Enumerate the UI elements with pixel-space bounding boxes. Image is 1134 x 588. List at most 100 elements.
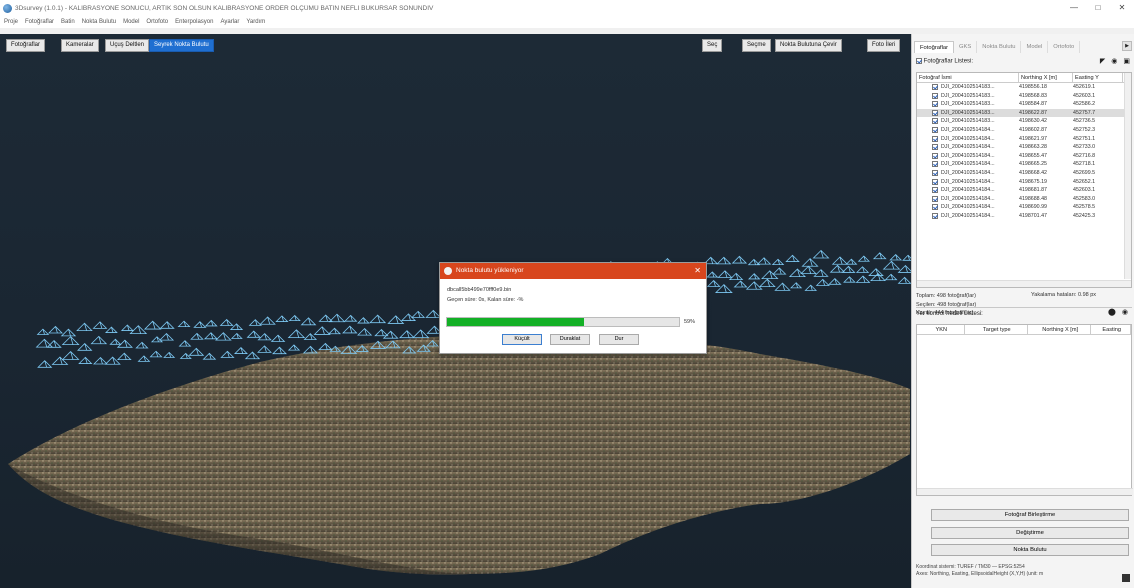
camera-pyramid[interactable] [287,344,301,351]
camera-pyramid[interactable] [93,356,108,365]
camera-pyramid[interactable] [733,280,748,288]
photo-row-checkbox[interactable] [932,161,938,168]
table-row[interactable]: DJI_2004102514184... 4198663.28 452733.0 [917,143,1131,152]
photo-table[interactable]: Fotoğraf İsmi Northing X [m] Easting Y D… [916,72,1132,288]
camera-pyramid[interactable] [47,325,63,334]
camera-pyramid[interactable] [77,342,93,351]
camera-pyramid[interactable] [188,347,205,356]
photo-row-checkbox[interactable] [932,101,938,108]
camera-pyramid[interactable] [790,282,803,289]
camera-pyramid[interactable] [717,270,733,278]
camera-pyramid[interactable] [178,340,192,347]
photo-table-horizontal-scrollbar[interactable] [917,280,1131,287]
stop-button[interactable]: Dur [599,334,639,345]
camera-pyramid[interactable] [382,330,399,339]
camera-pyramid[interactable] [90,335,108,345]
table-row[interactable]: DJI_2004102514183... 4198556.18 452619.1 [917,83,1131,92]
camera-pyramid[interactable] [257,345,272,353]
camera-pyramid[interactable] [902,254,911,261]
camera-pyramid[interactable] [804,284,818,291]
photo-row-checkbox[interactable] [932,118,938,125]
photo-row-checkbox[interactable] [932,109,938,116]
table-row[interactable]: DJI_2004102514184... 4198621.97 452751.1 [917,135,1131,144]
menu-interpolation[interactable]: Enterpolasyon [175,19,213,25]
camera-pyramid[interactable] [870,272,887,281]
camera-pyramid[interactable] [215,332,232,341]
table-row[interactable]: DJI_2004102514184... 4198665.25 452718.1 [917,160,1131,169]
point-cloud-button[interactable]: Nokta Bulutu [931,544,1129,556]
photo-row-checkbox[interactable] [932,152,938,159]
camera-pyramid[interactable] [193,321,207,328]
camera-pyramid[interactable] [158,332,175,341]
camera-pyramid[interactable] [387,315,405,324]
camera-pyramid[interactable] [246,330,261,338]
camera-pyramid[interactable] [135,341,149,349]
camera-pyramid[interactable] [259,316,276,325]
toggle-flight-path-button[interactable]: Uçuş Deltlen [105,39,150,52]
camera-pyramid[interactable] [137,355,151,362]
eye-icon[interactable]: ◉ [1122,308,1128,316]
camera-pyramid[interactable] [785,254,800,262]
photo-row-checkbox[interactable] [932,92,938,99]
change-dropdown[interactable]: Değiştirme [931,527,1129,539]
camera-pyramid[interactable] [92,321,108,329]
gcp-table[interactable]: YKN Target type Northing X [m] Easting [916,324,1133,496]
camera-pyramid[interactable] [412,329,430,339]
camera-pyramid[interactable] [275,315,289,322]
photo-row-checkbox[interactable] [932,135,938,142]
gcp-table-horizontal-scrollbar[interactable] [917,488,1133,495]
view-photo-icon[interactable]: ◉ [1111,57,1117,65]
select-all-photos-checkbox[interactable] [916,58,922,64]
camera-pyramid[interactable] [857,255,871,262]
camera-pyramid[interactable] [801,258,819,267]
photo-table-vertical-scrollbar[interactable] [1124,73,1131,279]
photo-row-checkbox[interactable] [932,84,938,90]
close-button[interactable]: ✕ [1110,0,1134,16]
camera-pyramid[interactable] [731,255,748,264]
pause-button[interactable]: Duraklat [550,334,590,345]
camera-pyramid[interactable] [327,327,342,335]
camera-pyramid[interactable] [163,351,176,358]
table-row[interactable]: DJI_2004102514184... 4198668.42 452699.5 [917,169,1131,178]
photo-row-checkbox[interactable] [932,126,938,133]
camera-pyramid[interactable] [233,346,248,354]
menu-orthophoto[interactable]: Ortofoto [146,19,168,25]
camera-pyramid[interactable] [76,322,93,331]
menu-batin[interactable]: Batin [61,19,75,25]
camera-pyramid[interactable] [248,319,262,326]
photo-row-checkbox[interactable] [932,204,938,211]
table-row[interactable]: DJI_2004102514183... 4198568.83 452603.1 [917,92,1131,101]
camera-pyramid[interactable] [813,269,829,277]
camera-pyramid[interactable] [129,325,148,334]
camera-pyramid[interactable] [342,325,358,334]
camera-icon[interactable]: ▣ [1123,57,1130,65]
tab-point-cloud[interactable]: Nokta Bulutu [977,41,1022,53]
camera-pyramid[interactable] [758,278,776,288]
table-row[interactable]: DJI_2004102514184... 4198675.19 452652.1 [917,178,1131,187]
minimize-dialog-button[interactable]: Küçült [502,334,542,345]
table-row[interactable]: DJI_2004102514184... 4198690.99 452578.5 [917,203,1131,212]
camera-pyramid[interactable] [716,256,732,265]
table-row[interactable]: DJI_2004102514184... 4198701.47 452425.3 [917,212,1131,221]
camera-pyramid[interactable] [116,352,132,360]
camera-pyramid[interactable] [60,328,77,337]
photo-row-checkbox[interactable] [932,195,938,202]
menu-settings[interactable]: Ayarlar [220,19,239,25]
camera-pyramid[interactable] [190,332,204,340]
camera-pyramid[interactable] [37,360,53,368]
camera-pyramid[interactable] [219,318,234,326]
camera-pyramid[interactable] [357,317,370,324]
photo-row-checkbox[interactable] [932,187,938,194]
menu-help[interactable]: Yardım [246,19,265,25]
tab-scroll-right-icon[interactable]: ▶ [1122,41,1132,51]
col-easting[interactable]: Easting Y [1073,73,1123,82]
col-target-type[interactable]: Target type [965,325,1028,334]
camera-pyramid[interactable] [61,350,80,360]
camera-pyramid[interactable] [343,314,358,322]
menu-photos[interactable]: Fotoğraflar [25,19,54,25]
camera-pyramid[interactable] [855,275,871,283]
camera-pyramid[interactable] [104,356,121,365]
camera-pyramid[interactable] [270,334,286,342]
table-row[interactable]: DJI_2004102514183... 4198622.87 452757.7 [917,108,1131,118]
camera-pyramid[interactable] [78,356,93,364]
